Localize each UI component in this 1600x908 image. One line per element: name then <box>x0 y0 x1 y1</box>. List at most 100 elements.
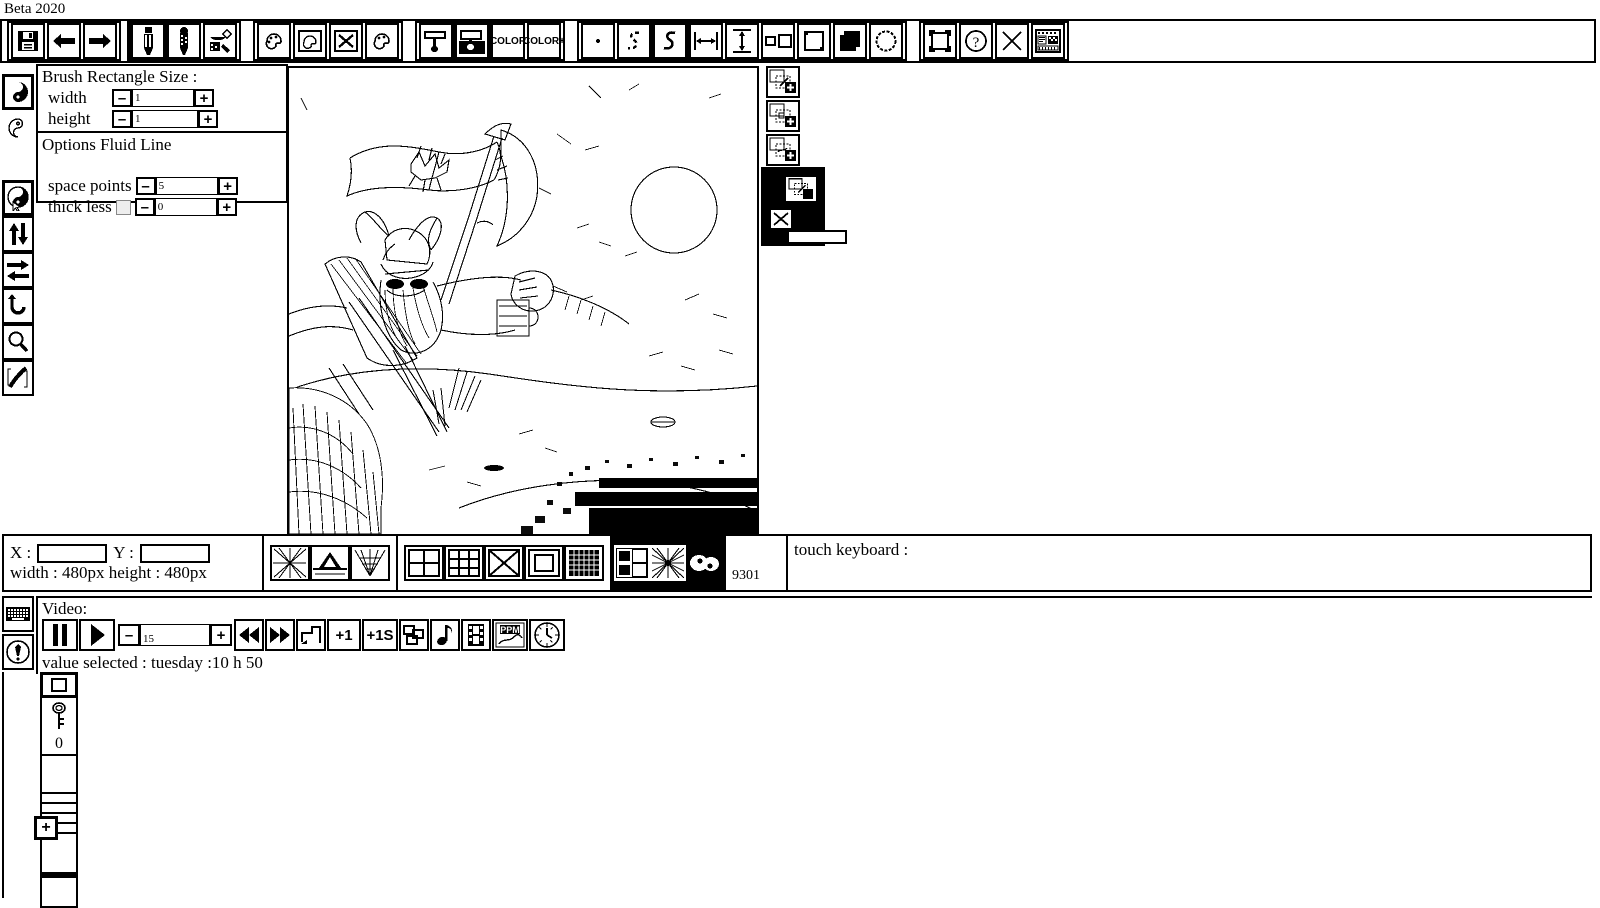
redo-arrow-right-button[interactable] <box>83 23 117 59</box>
undo-arrow-left-button[interactable] <box>47 23 81 59</box>
layout-preview-button[interactable] <box>1031 23 1065 59</box>
space-points-stepper[interactable]: – 5 + <box>136 177 238 195</box>
palette-delete-button[interactable] <box>329 23 363 59</box>
layer-add-2[interactable] <box>766 100 800 132</box>
tool-flip-horizontal[interactable] <box>2 252 34 288</box>
burst-effect-button[interactable] <box>270 545 310 581</box>
width-stepper[interactable]: – 1 + <box>112 89 214 107</box>
tool-undo[interactable] <box>2 288 34 324</box>
add-one-second-button[interactable]: +1S <box>362 619 398 651</box>
rewind-button[interactable] <box>234 619 264 651</box>
palette-extra-button[interactable] <box>365 23 399 59</box>
forward-button[interactable] <box>265 619 295 651</box>
thick-less-plus-button[interactable]: + <box>217 198 237 216</box>
checker-pattern-button[interactable] <box>614 545 650 581</box>
inner-square-button[interactable] <box>524 545 564 581</box>
touch-keyboard-button[interactable] <box>2 596 34 632</box>
fluid-line-button[interactable] <box>653 23 687 59</box>
pause-button[interactable] <box>42 619 78 651</box>
gradient-effect-button[interactable] <box>310 545 350 581</box>
layer-close-button[interactable] <box>769 208 793 230</box>
height-minus-button[interactable]: – <box>112 110 132 128</box>
drawing-canvas[interactable] <box>287 66 759 536</box>
tool-flip-vertical[interactable] <box>2 216 34 252</box>
height-stepper[interactable]: – 1 + <box>112 110 218 128</box>
select-area-button[interactable] <box>923 23 957 59</box>
roller-button[interactable] <box>419 23 453 59</box>
tool-zoom[interactable] <box>2 324 34 360</box>
thick-less-stepper[interactable]: – 0 + <box>135 198 237 216</box>
timeline-track-cell[interactable] <box>40 804 78 814</box>
vertical-size-button[interactable] <box>725 23 759 59</box>
perspective-effect-button[interactable] <box>350 545 390 581</box>
layer-name-field[interactable] <box>787 230 847 244</box>
diagonal-cross-button[interactable] <box>484 545 524 581</box>
timeline-add-button[interactable]: + <box>34 816 58 840</box>
frame-minus-button[interactable]: – <box>118 624 140 646</box>
tool-yin-pick[interactable] <box>2 180 34 216</box>
color-button[interactable]: COLOR <box>491 23 525 59</box>
palette-load-button[interactable] <box>293 23 327 59</box>
step-button[interactable] <box>296 619 326 651</box>
save-button[interactable] <box>11 23 45 59</box>
point-tool-button[interactable] <box>581 23 615 59</box>
radial-pattern-button[interactable] <box>650 545 686 581</box>
grid-3x3-button[interactable] <box>444 545 484 581</box>
thick-less-minus-button[interactable]: – <box>135 198 155 216</box>
play-button[interactable] <box>79 619 115 651</box>
timeline-track-cell[interactable] <box>40 834 78 876</box>
film-button[interactable] <box>461 619 491 651</box>
thick-less-checkbox[interactable] <box>116 200 131 215</box>
exclamation-circle-icon <box>5 639 31 665</box>
layer-current[interactable] <box>777 171 825 207</box>
x-input[interactable] <box>37 544 107 563</box>
brush-tool-button[interactable] <box>131 23 165 59</box>
y-input[interactable] <box>140 544 210 563</box>
ppm-export-button[interactable]: PPM <box>492 619 528 651</box>
rect-outline-button[interactable] <box>797 23 831 59</box>
fill-bucket-button[interactable] <box>203 23 237 59</box>
timeline-key-button[interactable] <box>40 698 78 734</box>
horizontal-size-button[interactable] <box>689 23 723 59</box>
height-plus-button[interactable]: + <box>198 110 218 128</box>
spray-tool-button[interactable] <box>167 23 201 59</box>
info-button[interactable] <box>2 634 34 670</box>
timeline-footer-cell[interactable] <box>40 876 78 908</box>
width-plus-button[interactable]: + <box>194 89 214 107</box>
arrow-right-icon <box>87 31 113 51</box>
timeline-head-button[interactable] <box>40 672 78 698</box>
space-points-plus-button[interactable]: + <box>218 177 238 195</box>
blob-pattern-button[interactable] <box>686 545 722 581</box>
layer-add-1[interactable] <box>766 66 800 98</box>
frame-input[interactable]: 15 <box>140 624 210 646</box>
space-points-input[interactable]: 5 <box>156 177 218 195</box>
help-button[interactable]: ? <box>959 23 993 59</box>
timeline-track-cell[interactable] <box>40 794 78 804</box>
grid-2x2-button[interactable] <box>404 545 444 581</box>
close-button[interactable] <box>995 23 1029 59</box>
color-add-button[interactable]: COLOR+ <box>527 23 561 59</box>
timeline-track-cell[interactable] <box>40 756 78 794</box>
add-one-frame-button[interactable]: +1 <box>327 619 361 651</box>
space-points-minus-button[interactable]: – <box>136 177 156 195</box>
thick-less-input[interactable]: 0 <box>155 198 217 216</box>
roller-fill-button[interactable] <box>455 23 489 59</box>
dashed-curve-button[interactable] <box>617 23 651 59</box>
duplicate-frame-button[interactable] <box>399 619 429 651</box>
height-input[interactable]: 1 <box>132 110 198 128</box>
tool-yin-outline[interactable] <box>2 110 34 146</box>
rect-filled-button[interactable] <box>833 23 867 59</box>
width-minus-button[interactable]: – <box>112 89 132 107</box>
tool-yin-black[interactable] <box>2 74 34 110</box>
audio-button[interactable] <box>430 619 460 651</box>
tool-smudge[interactable] <box>2 360 34 396</box>
layer-add-3[interactable] <box>766 134 800 166</box>
frame-plus-button[interactable]: + <box>210 624 232 646</box>
frame-stepper[interactable]: – 15 + <box>118 624 232 646</box>
fine-grid-button[interactable] <box>564 545 604 581</box>
rect-outline-small-button[interactable] <box>761 23 795 59</box>
width-input[interactable]: 1 <box>132 89 194 107</box>
timer-button[interactable] <box>529 619 565 651</box>
ellipse-button[interactable] <box>869 23 903 59</box>
palette-button[interactable] <box>257 23 291 59</box>
